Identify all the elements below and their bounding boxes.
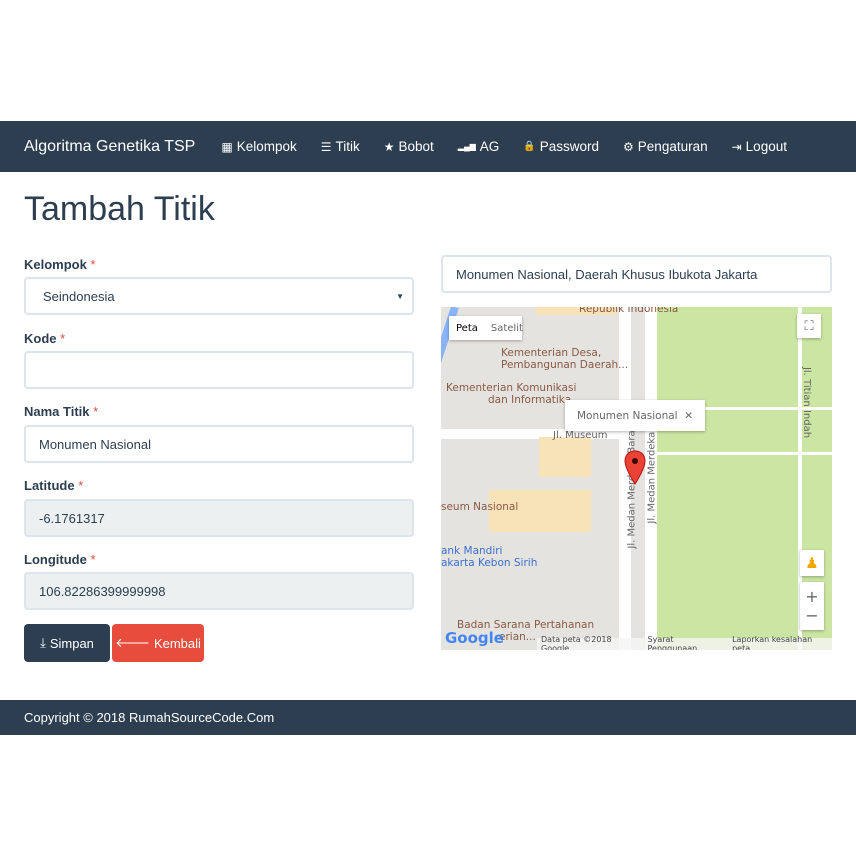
nav-label: Password (539, 139, 600, 154)
copyright: Copyright © 2018 RumahSourceCode.Com (24, 710, 275, 725)
latitude-input[interactable]: -6.1761317 (24, 499, 414, 537)
kode-input[interactable] (24, 351, 414, 389)
map-label: Jl. Museum (553, 430, 608, 441)
footer: Copyright © 2018 RumahSourceCode.Com (0, 700, 856, 735)
google-logo: Google (445, 629, 504, 647)
nav-label: Titik (335, 139, 360, 154)
longitude-label: Longitude * (24, 552, 96, 567)
navbar: Algoritma Genetika TSP ▦ Kelompok ☰ Titik … (0, 121, 856, 172)
nav-label: AG (479, 139, 500, 154)
zoom-in-icon[interactable]: + (805, 587, 818, 606)
back-label: Kembali (153, 635, 201, 651)
info-window-title: Monumen Nasional (577, 409, 678, 422)
nama-titik-label: Nama Titik * (24, 404, 99, 419)
nav-pengaturan[interactable]: ⚙ Pengaturan (623, 139, 708, 154)
terms-link[interactable]: Syarat Penggunaan (648, 635, 723, 650)
latitude-label: Latitude * (24, 478, 84, 493)
map-label: dan Informatika (488, 394, 572, 406)
report-link[interactable]: Laporkan kesalahan peta (732, 635, 828, 650)
map-search-input[interactable]: Monumen Nasional, Daerah Khusus Ibukota … (441, 255, 832, 293)
nav-logout[interactable]: ⇥ Logout (732, 139, 787, 154)
arrow-left-icon: 🡐 (115, 635, 150, 650)
zoom-control: + − (800, 582, 824, 630)
th-large-icon: ▦ (221, 139, 233, 154)
kelompok-label: Kelompok * (24, 257, 96, 272)
map[interactable]: Republik Indonesia Kementerian Desa, Pem… (441, 307, 832, 650)
map-label: Jl. Titian Indah (801, 366, 813, 439)
nav-label: Kelompok (236, 139, 297, 154)
list-icon: ☰ (320, 139, 332, 154)
kelompok-select[interactable]: Seindonesia ▼ (24, 277, 414, 315)
nav-bobot[interactable]: ★ Bobot (384, 139, 434, 154)
caret-down-icon: ▼ (396, 291, 404, 301)
map-label: Kementerian Desa, (501, 347, 602, 359)
map-type-control: Peta Satelit (449, 316, 523, 340)
kode-label: Kode * (24, 331, 66, 346)
map-label: erian... (499, 631, 536, 643)
map-type-satelit[interactable]: Satelit (485, 323, 529, 334)
nama-titik-input[interactable]: Monumen Nasional (24, 425, 414, 463)
back-button[interactable]: 🡐 Kembali (112, 624, 204, 662)
building (539, 437, 591, 477)
info-window: Monumen Nasional ✕ (565, 400, 705, 431)
signal-icon: ▂▄▆ (457, 142, 476, 151)
page-title: Tambah Titik (24, 190, 215, 228)
gear-icon: ⚙ (623, 139, 634, 154)
map-label: akarta Kebon Sirih (441, 557, 538, 569)
map-label: Pembangunan Daerah... (501, 359, 629, 371)
nav-kelompok[interactable]: ▦ Kelompok (221, 139, 296, 154)
star-icon: ★ (383, 139, 395, 154)
nav-password[interactable]: 🔒 Password (523, 139, 599, 154)
lock-icon: 🔒 (523, 141, 536, 152)
map-attribution: Data peta ©2018 Google Syarat Penggunaan… (537, 635, 832, 650)
logout-icon: ⇥ (731, 139, 742, 154)
attribution-data: Data peta ©2018 Google (541, 635, 612, 650)
save-label: Simpan (49, 635, 94, 651)
map-label: Jl. Medan Merdeka Barat (626, 426, 638, 549)
nav-label: Logout (745, 139, 787, 154)
path (657, 452, 832, 455)
map-label: Kementerian Komunikasi (446, 382, 577, 394)
save-button[interactable]: ⤓ Simpan (24, 624, 110, 662)
close-icon[interactable]: ✕ (684, 410, 693, 422)
download-icon: ⤓ (40, 635, 46, 650)
brand[interactable]: Algoritma Genetika TSP (24, 138, 195, 156)
map-type-peta[interactable]: Peta (449, 323, 485, 334)
fullscreen-icon[interactable]: ⛶ (797, 314, 821, 338)
nav-ag[interactable]: ▂▄▆ AG (458, 139, 500, 154)
map-label: ank Mandiri (441, 545, 503, 557)
nav-label: Pengaturan (637, 139, 708, 154)
zoom-out-icon[interactable]: − (805, 606, 818, 625)
map-label: seum Nasional (441, 501, 519, 513)
nav-label: Bobot (398, 139, 434, 154)
longitude-input[interactable]: 106.82286399999998 (24, 572, 414, 610)
kelompok-value: Seindonesia (43, 288, 115, 304)
map-marker-icon[interactable] (624, 450, 646, 486)
map-label: Republik Indonesia (579, 307, 679, 315)
pegman-icon[interactable]: ♟ (800, 550, 824, 576)
nav-titik[interactable]: ☰ Titik (321, 139, 360, 154)
